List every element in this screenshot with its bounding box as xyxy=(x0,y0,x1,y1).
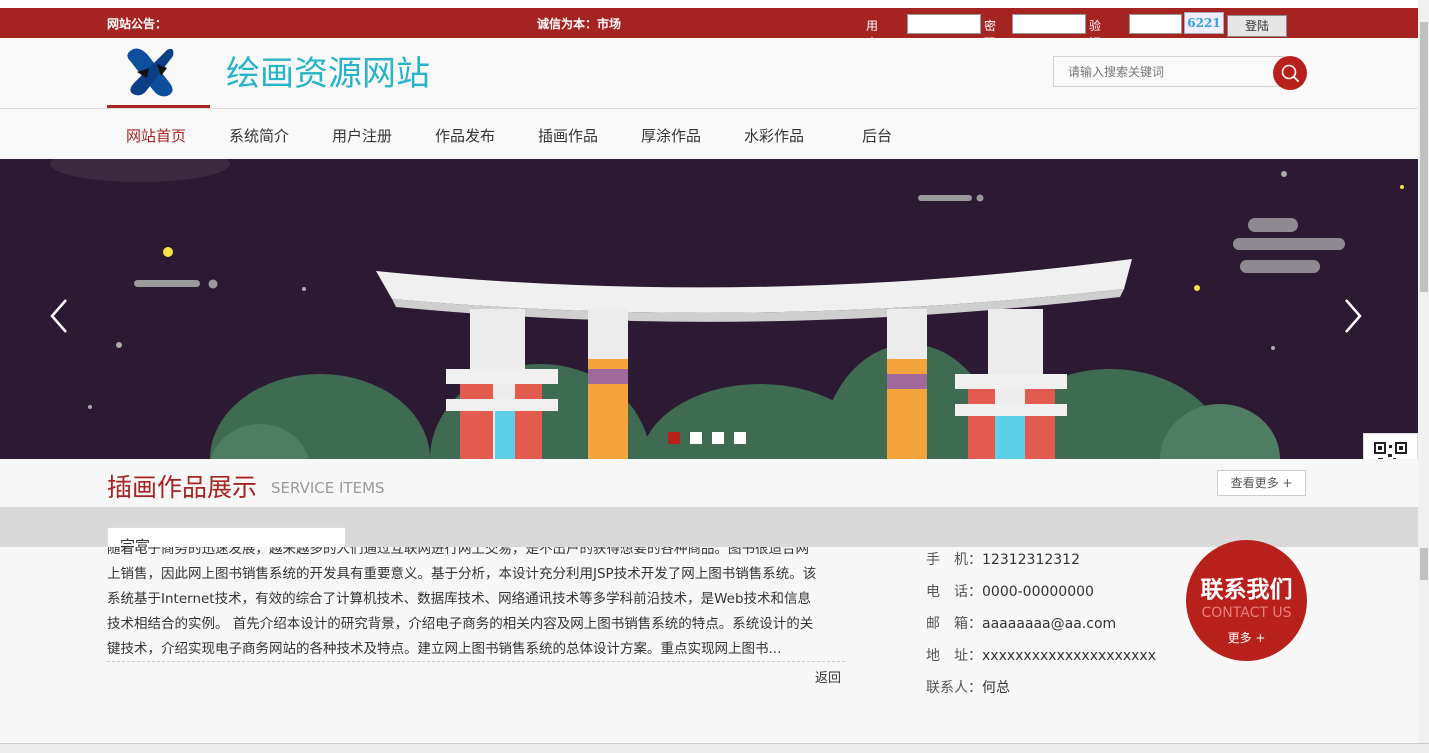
search-input[interactable] xyxy=(1054,57,1268,86)
nav-item-admin[interactable]: 后台 xyxy=(862,125,892,146)
site-title: 绘画资源网站 xyxy=(226,54,430,94)
badge-title: 联系我们 xyxy=(1200,577,1293,603)
address-label: 地 址： xyxy=(926,648,982,664)
search-box xyxy=(1053,56,1285,87)
slide-dot-1[interactable] xyxy=(668,432,680,444)
intro-line: 系统基于Internet技术，有效的综合了计算机技术、数据库技术、网络通讯技术等… xyxy=(107,591,812,607)
search-icon xyxy=(1281,64,1299,82)
search-button[interactable] xyxy=(1273,56,1307,90)
slide-dot-3[interactable] xyxy=(712,432,724,444)
back-link[interactable]: 返回 xyxy=(815,667,841,686)
chevron-right-icon[interactable] xyxy=(1338,297,1368,335)
phone-label: 电 话： xyxy=(926,584,982,600)
notice-label: 网站公告： xyxy=(107,17,168,31)
captcha-image[interactable]: 6221 xyxy=(1184,12,1224,34)
browser-top-strip xyxy=(0,0,1418,8)
divider xyxy=(107,661,845,662)
hero-banner xyxy=(0,159,1418,459)
contact-email: 邮 箱：aaaaaaaa@aa.com xyxy=(926,613,1116,633)
mobile-value: 12312312312 xyxy=(982,552,1080,568)
site-header: 绘画资源网站 xyxy=(0,38,1418,109)
top-bar: 网站公告： 诚信为本：市场 用户名 密码 验证码 6221 登陆 xyxy=(0,8,1418,67)
contact-mobile: 手 机：12312312312 xyxy=(926,549,1080,569)
contact-address: 地 址：xxxxxxxxxxxxxxxxxxxxx xyxy=(926,645,1156,665)
chevron-left-icon[interactable] xyxy=(46,297,76,335)
intro-line: 键技术，介绍实现电子商务网站的各种技术及特点。建立网上图书销售系统的总体设计方案… xyxy=(107,641,782,657)
logo-icon xyxy=(127,48,174,97)
scrollbar-thumb-inner[interactable] xyxy=(1420,548,1428,580)
username-input[interactable] xyxy=(907,14,981,34)
view-more-button[interactable]: 查看更多 + xyxy=(1217,470,1306,496)
password-input[interactable] xyxy=(1012,14,1086,34)
address-value: xxxxxxxxxxxxxxxxxxxxx xyxy=(982,648,1156,664)
intro-line: 随着电子商务的迅速发展，越来越多的人们通过互联网进行网上交易，是不出户的获得想要… xyxy=(107,547,809,557)
nav-item-publish[interactable]: 作品发布 xyxy=(435,125,495,146)
scrollbar-thumb[interactable] xyxy=(1420,22,1428,292)
contact-person: 联系人：何总 xyxy=(926,677,1010,697)
motto-text: 诚信为本：市场 xyxy=(537,17,622,31)
captcha-input[interactable] xyxy=(1129,14,1182,34)
nav-item-register[interactable]: 用户注册 xyxy=(332,125,392,146)
person-label: 联系人： xyxy=(926,680,982,696)
section-title: 插画作品展示 xyxy=(107,473,258,502)
contact-us-badge[interactable]: 联系我们 CONTACT US 更多 + xyxy=(1186,540,1307,661)
section-header: 插画作品展示 SERVICE ITEMS 查看更多 + xyxy=(0,459,1418,507)
phone-value: 0000-00000000 xyxy=(982,584,1094,600)
slide-dot-2[interactable] xyxy=(690,432,702,444)
nav-item-watercolor[interactable]: 水彩作品 xyxy=(744,125,804,146)
badge-more[interactable]: 更多 + xyxy=(1186,629,1307,646)
intro-text: 随着电子商务的迅速发展，越来越多的人们通过互联网进行网上交易，是不出户的获得想要… xyxy=(107,547,847,662)
email-value: aaaaaaaa@aa.com xyxy=(982,616,1117,632)
intro-line: 技术相结合的实例。 首先介绍本设计的研究背景，介绍电子商务的相关内容及网上图书销… xyxy=(107,616,814,632)
badge-subtitle: CONTACT US xyxy=(1201,605,1292,621)
intro-line: 上销售，因此网上图书销售系统的开发具有重要意义。基于分析，本设计充分利用JSP技… xyxy=(107,566,817,582)
mobile-label: 手 机： xyxy=(926,552,982,568)
banner-illustration xyxy=(0,159,1418,459)
site-logo[interactable] xyxy=(107,38,210,108)
contact-phone: 电 话：0000-00000000 xyxy=(926,581,1094,601)
person-value: 何总 xyxy=(982,680,1010,696)
email-label: 邮 箱： xyxy=(926,616,982,632)
section-subtitle: SERVICE ITEMS xyxy=(271,479,385,497)
slide-dot-4[interactable] xyxy=(734,432,746,444)
login-button[interactable]: 登陆 xyxy=(1227,15,1287,37)
nav-item-about[interactable]: 系统简介 xyxy=(229,125,289,146)
nav-item-home[interactable]: 网站首页 xyxy=(126,125,186,146)
nav-item-illustration[interactable]: 插画作品 xyxy=(538,125,598,146)
nav-item-impasto[interactable]: 厚涂作品 xyxy=(641,125,701,146)
main-nav: 网站首页 系统简介 用户注册 作品发布 插画作品 厚涂作品 水彩作品 后台 xyxy=(0,109,1418,159)
